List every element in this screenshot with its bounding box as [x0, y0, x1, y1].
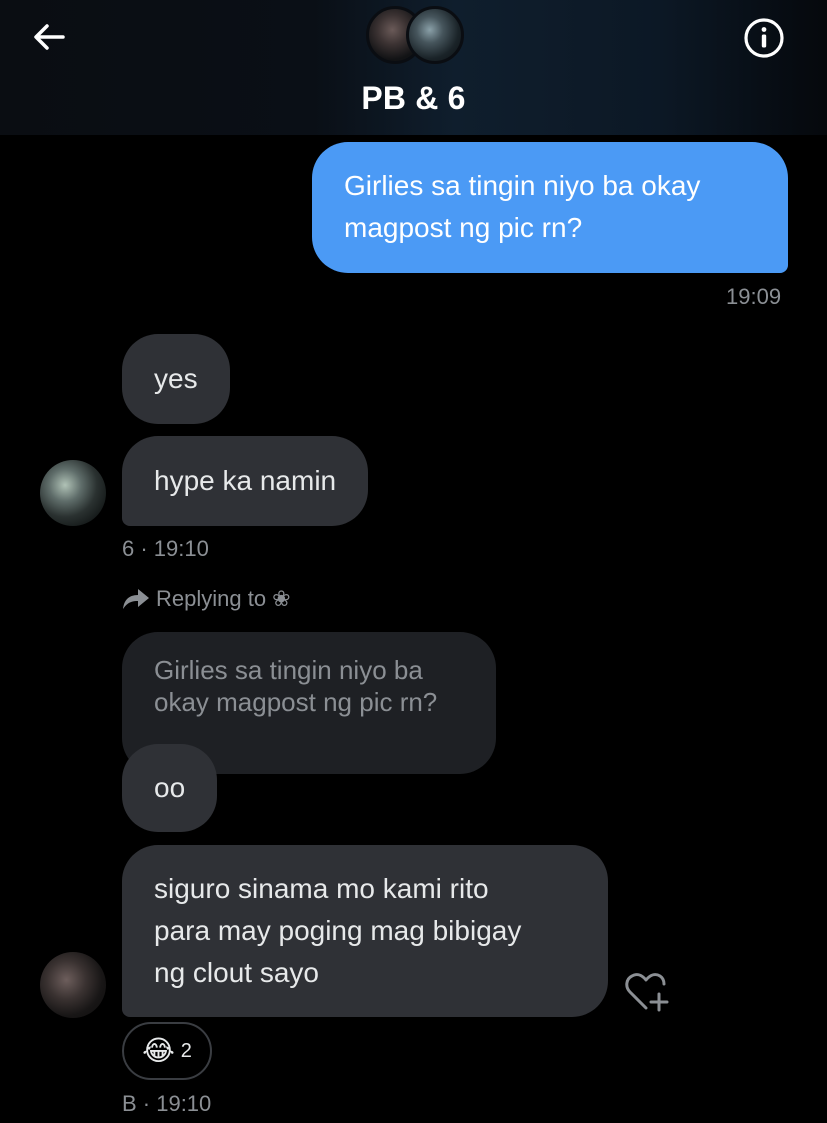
reaction-pill[interactable]: 😂 2: [122, 1022, 212, 1080]
message-line: magpost ng pic rn?: [344, 212, 583, 243]
message-line: ng clout sayo: [154, 957, 319, 988]
message-bubble-incoming[interactable]: siguro sinama mo kami rito para may pogi…: [122, 845, 608, 1017]
info-button[interactable]: [740, 14, 788, 62]
replying-to-text: Replying to ❀: [156, 586, 291, 611]
message-line: Girlies sa tingin niyo ba okay: [344, 170, 701, 201]
message-sender-time: B · 19:10: [122, 1091, 212, 1116]
add-reaction-button[interactable]: [624, 970, 672, 1014]
message-bubble-incoming[interactable]: hype ka namin: [122, 436, 369, 526]
message-line: siguro sinama mo kami rito: [154, 873, 489, 904]
back-button[interactable]: [26, 14, 72, 60]
message-text: oo: [154, 772, 186, 803]
message-text: yes: [154, 363, 198, 394]
message-timestamp: 19:09: [726, 284, 782, 309]
message-bubble-incoming[interactable]: oo: [122, 744, 218, 832]
message-line: para may poging mag bibigay: [154, 915, 522, 946]
message-bubble-incoming[interactable]: yes: [122, 334, 230, 424]
avatar-6[interactable]: [40, 460, 106, 526]
reply-arrow-icon: [123, 589, 149, 609]
replying-to-label: Replying to ❀: [122, 586, 291, 612]
quoted-line: Girlies sa tingin niyo ba: [154, 655, 423, 685]
info-icon: [744, 18, 784, 58]
conversation-header: PB & 6: [0, 0, 827, 135]
message-bubble-outgoing[interactable]: Girlies sa tingin niyo ba okay magpost n…: [312, 142, 788, 273]
message-text: hype ka namin: [154, 465, 337, 496]
laughing-emoji-icon: 😂: [142, 1035, 175, 1066]
conversation-title[interactable]: PB & 6: [0, 80, 827, 117]
message-sender-time: 6 · 19:10: [122, 536, 209, 561]
reaction-count: 2: [180, 1039, 192, 1062]
avatar-6: [406, 6, 464, 64]
quoted-line: okay magpost ng pic rn?: [154, 687, 438, 717]
heart-plus-icon: [625, 973, 669, 1012]
avatar-b[interactable]: [40, 952, 106, 1018]
back-arrow-icon: [34, 24, 65, 50]
group-avatars[interactable]: [366, 6, 466, 66]
